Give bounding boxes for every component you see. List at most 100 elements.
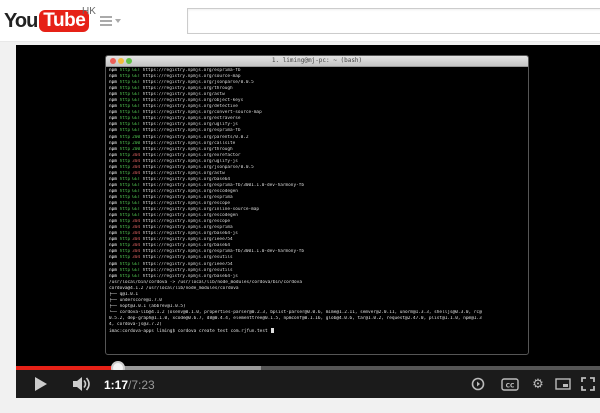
http-label: http <box>119 188 131 194</box>
http-status: 304 <box>132 170 141 176</box>
npm-label: npm <box>109 110 117 116</box>
http-status: GET <box>132 213 141 219</box>
request-url: https://registry.npmjs.org/jsonparse/0.0… <box>142 80 254 86</box>
logo-you-text: You <box>4 9 38 32</box>
npm-label: npm <box>109 267 117 273</box>
http-status: 304 <box>132 219 141 225</box>
http-status: 304 <box>132 152 141 158</box>
http-status: 304 <box>132 164 141 170</box>
masthead: You Tube HK <box>0 0 600 42</box>
annotations-button[interactable] <box>468 370 488 398</box>
http-label: http <box>119 182 131 188</box>
http-status: GET <box>132 201 141 207</box>
video-frame[interactable]: 1. liming@mj-pc: ~ (bash) npm http GET ht… <box>16 45 600 362</box>
http-status: 304 <box>132 158 141 164</box>
request-url: https://registry.npmjs.org/astw <box>142 170 225 176</box>
terminal-line: 0.5.2, dep-graph@1.1.0, xcode@0.6.7, d8@… <box>109 315 482 321</box>
search-input[interactable] <box>187 8 600 34</box>
npm-label: npm <box>109 92 117 98</box>
http-status: 304 <box>132 249 141 255</box>
http-label: http <box>119 237 131 243</box>
npm-label: npm <box>109 122 117 128</box>
npm-label: npm <box>109 170 117 176</box>
http-label: http <box>119 201 131 207</box>
theater-icon <box>555 378 571 390</box>
play-icon <box>35 377 47 391</box>
http-status: GET <box>132 92 141 98</box>
request-url: https://registry.npmjs.org/escodegen <box>142 188 238 194</box>
npm-label: npm <box>109 134 117 140</box>
http-label: http <box>119 116 131 122</box>
http-label: http <box>119 68 131 73</box>
http-label: http <box>119 170 131 176</box>
request-url: https://registry.npmjs.org/base64-js <box>142 273 238 279</box>
request-url: https://registry.npmjs.org/convert-sourc… <box>142 110 262 116</box>
http-label: http <box>119 231 131 237</box>
npm-label: npm <box>109 255 117 261</box>
http-status: GET <box>132 128 141 134</box>
http-status: GET <box>132 176 141 182</box>
video-player[interactable]: 1. liming@mj-pc: ~ (bash) npm http GET ht… <box>16 45 600 398</box>
settings-button[interactable]: ⚙ <box>528 370 548 398</box>
npm-label: npm <box>109 140 117 146</box>
npm-label: npm <box>109 188 117 194</box>
npm-label: npm <box>109 261 117 267</box>
theater-button[interactable] <box>553 370 573 398</box>
request-url: https://registry.npmjs.org/ieee754 <box>142 237 233 243</box>
captions-button[interactable]: CC <box>499 370 521 398</box>
guide-menu-button[interactable] <box>100 14 122 28</box>
http-label: http <box>119 243 131 249</box>
http-status: GET <box>132 74 141 80</box>
request-url: https://registry.npmjs.org/esprima-fb/30… <box>142 249 305 255</box>
volume-button[interactable] <box>68 370 94 398</box>
request-url: https://registry.npmjs.org/esprima-fb <box>142 68 241 73</box>
request-url: https://registry.npmjs.org/object-keys <box>142 98 244 104</box>
player-controls: 1:17 / 7:23 CC ⚙ <box>16 370 600 398</box>
npm-label: npm <box>109 74 117 80</box>
request-url: https://registry.npmjs.org/source-map <box>142 74 241 80</box>
http-status: GET <box>132 194 141 200</box>
http-label: http <box>119 225 131 231</box>
http-status: GET <box>132 110 141 116</box>
npm-label: npm <box>109 194 117 200</box>
http-status: GET <box>132 116 141 122</box>
npm-label: npm <box>109 86 117 92</box>
request-url: https://registry.npmjs.org/base64 <box>142 243 230 249</box>
http-status: GET <box>132 98 141 104</box>
svg-text:CC: CC <box>506 382 515 389</box>
play-button[interactable] <box>30 370 52 398</box>
hamburger-icon <box>100 16 112 26</box>
http-label: http <box>119 219 131 225</box>
npm-label: npm <box>109 207 117 213</box>
request-url: https://registry.npmjs.org/esprima-fb/30… <box>142 182 305 188</box>
http-status: 200 <box>132 146 141 152</box>
http-status: 200 <box>132 134 141 140</box>
http-status: 304 <box>132 255 141 261</box>
http-label: http <box>119 249 131 255</box>
http-label: http <box>119 98 131 104</box>
http-label: http <box>119 267 131 273</box>
request-url: https://registry.npmjs.org/parents/0.0.2 <box>142 134 249 140</box>
npm-label: npm <box>109 201 117 207</box>
http-status: GET <box>132 86 141 92</box>
http-status: 304 <box>132 243 141 249</box>
duration: 7:23 <box>131 378 155 392</box>
youtube-logo[interactable]: You Tube HK <box>4 6 96 32</box>
http-label: http <box>119 80 131 86</box>
current-time: 1:17 <box>104 378 129 392</box>
npm-label: npm <box>109 152 117 158</box>
npm-label: npm <box>109 128 117 134</box>
terminal-window: 1. liming@mj-pc: ~ (bash) npm http GET ht… <box>105 55 529 355</box>
fullscreen-button[interactable] <box>578 370 598 398</box>
time-display: 1:17 / 7:23 <box>104 377 155 393</box>
http-label: http <box>119 134 131 140</box>
request-url: https://registry.npmjs.org/detective <box>142 104 238 110</box>
request-url: https://registry.npmjs.org/uglify-js <box>142 158 238 164</box>
request-url: https://registry.npmjs.org/jsonparse/0.0… <box>142 164 254 170</box>
request-url: https://registry.npmjs.org/esutils <box>142 255 233 261</box>
npm-label: npm <box>109 116 117 122</box>
npm-label: npm <box>109 68 117 73</box>
request-url: https://registry.npmjs.org/exrefactor <box>142 152 241 158</box>
http-status: GET <box>132 104 141 110</box>
gear-icon: ⚙ <box>532 376 544 392</box>
